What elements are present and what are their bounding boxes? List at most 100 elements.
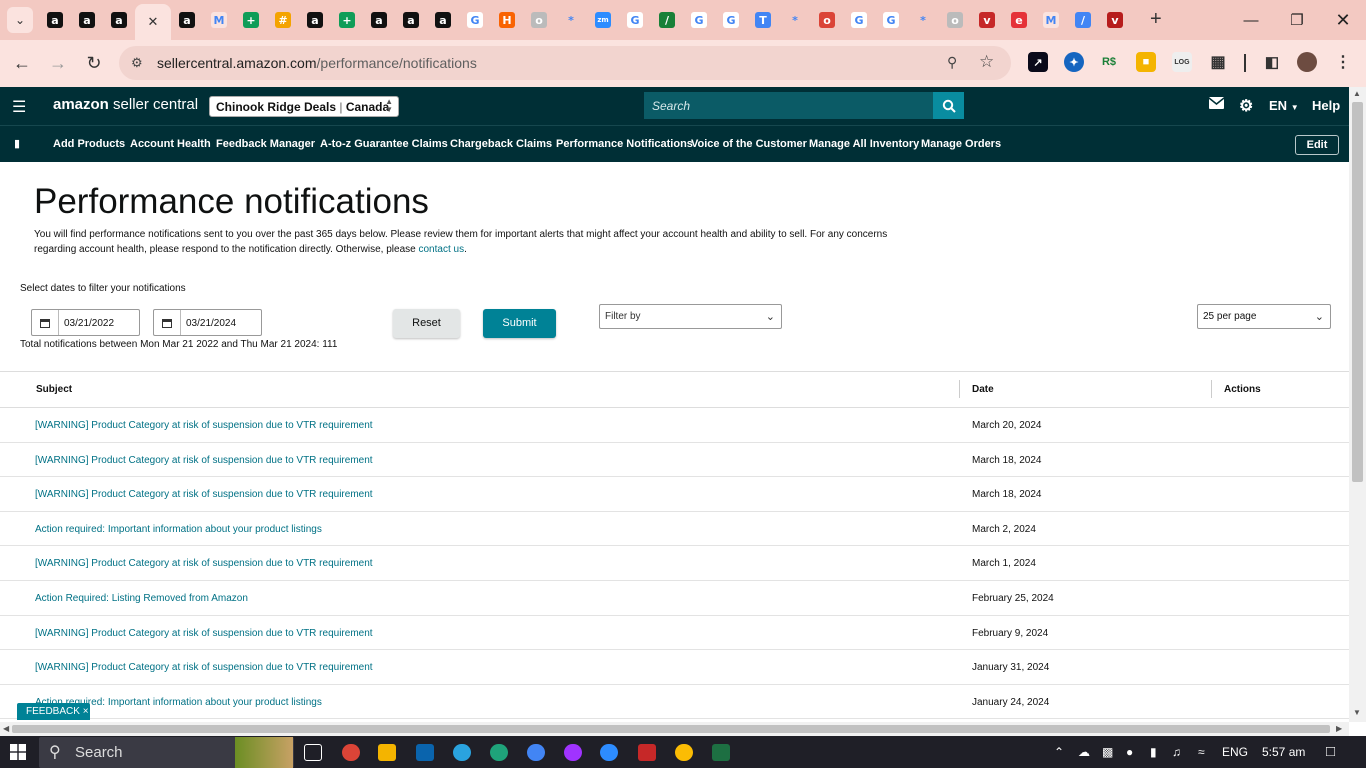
chrome-active-icon[interactable] bbox=[527, 744, 545, 761]
submit-button[interactable]: Submit bbox=[483, 309, 556, 338]
scroll-left-arrow[interactable]: ◀ bbox=[3, 724, 9, 733]
browser-tab[interactable]: # bbox=[267, 4, 299, 36]
minimize-icon[interactable]: — bbox=[1228, 0, 1274, 40]
wifi-icon[interactable]: ≈ bbox=[1198, 745, 1205, 759]
forward-icon[interactable]: → bbox=[43, 48, 73, 78]
browser-tab[interactable]: * bbox=[555, 4, 587, 36]
extension-icon[interactable]: LOG bbox=[1172, 52, 1192, 72]
end-date-field[interactable]: 03/21/2024 bbox=[153, 309, 262, 336]
notification-subject-link[interactable]: [WARNING] Product Category at risk of su… bbox=[35, 455, 373, 466]
nav-account-health[interactable]: Account Health bbox=[130, 138, 211, 150]
site-info-icon[interactable]: ⚙ bbox=[131, 55, 143, 71]
extension-icon[interactable]: ↗ bbox=[1028, 52, 1048, 72]
browser-tab[interactable]: G bbox=[619, 4, 651, 36]
browser-tab[interactable]: o bbox=[811, 4, 843, 36]
help-link[interactable]: Help bbox=[1312, 98, 1340, 113]
zoom-icon[interactable]: ⚲ bbox=[947, 54, 957, 71]
tray-chevron-up-icon[interactable]: ⌃ bbox=[1054, 745, 1064, 759]
feedback-button[interactable]: FEEDBACK × bbox=[17, 703, 90, 720]
browser-tab[interactable]: o bbox=[939, 4, 971, 36]
browser-tab[interactable]: / bbox=[651, 4, 683, 36]
browser-tab[interactable]: / bbox=[1067, 4, 1099, 36]
close-window-icon[interactable]: ✕ bbox=[1320, 0, 1366, 40]
browser-tab[interactable]: a bbox=[299, 4, 331, 36]
browser-tab[interactable]: e bbox=[1003, 4, 1035, 36]
edge-icon[interactable] bbox=[490, 744, 508, 761]
microphone-icon[interactable]: ● bbox=[1126, 745, 1133, 759]
horizontal-scrollbar[interactable]: ◀ ▶ bbox=[0, 722, 1349, 736]
calendar-icon[interactable] bbox=[32, 310, 59, 335]
nav-feedback-manager[interactable]: Feedback Manager bbox=[216, 138, 315, 150]
notification-subject-link[interactable]: [WARNING] Product Category at risk of su… bbox=[35, 662, 373, 673]
tab-search-chevron-icon[interactable]: ⌄ bbox=[7, 7, 33, 33]
notification-subject-link[interactable]: Action required: Important information a… bbox=[35, 524, 322, 535]
scroll-right-arrow[interactable]: ▶ bbox=[1336, 724, 1342, 733]
extension-icon[interactable]: R$ bbox=[1099, 52, 1119, 72]
reload-icon[interactable]: ↻ bbox=[79, 48, 109, 78]
notification-subject-link[interactable]: Action Required: Listing Removed from Am… bbox=[35, 593, 248, 604]
new-tab-icon[interactable]: + bbox=[1150, 8, 1162, 31]
mail-app-icon[interactable] bbox=[416, 744, 434, 761]
scrollbar-thumb[interactable] bbox=[12, 725, 1330, 733]
chrome-icon[interactable] bbox=[342, 744, 360, 761]
browser-menu-icon[interactable]: ⋮ bbox=[1333, 52, 1353, 72]
browser-tab[interactable]: a bbox=[39, 4, 71, 36]
extensions-puzzle-icon[interactable]: ▦ bbox=[1208, 52, 1228, 72]
settings-gear-icon[interactable]: ⚙ bbox=[1239, 96, 1253, 116]
mail-icon[interactable] bbox=[1208, 97, 1225, 112]
nav-performance-notifications[interactable]: Performance Notifications bbox=[556, 138, 693, 150]
restore-icon[interactable]: ❐ bbox=[1274, 0, 1320, 40]
notification-subject-link[interactable]: [WARNING] Product Category at risk of su… bbox=[35, 628, 373, 639]
browser-tab[interactable]: * bbox=[779, 4, 811, 36]
scrollbar-thumb[interactable] bbox=[1352, 102, 1363, 482]
back-icon[interactable]: ← bbox=[7, 48, 37, 78]
browser-tab[interactable]: zm bbox=[587, 4, 619, 36]
date-column-header[interactable]: Date bbox=[972, 384, 994, 395]
bookmark-icon[interactable]: ▮ bbox=[14, 137, 20, 150]
browser-tab[interactable]: + bbox=[235, 4, 267, 36]
browser-tab[interactable]: + bbox=[331, 4, 363, 36]
browser-tab[interactable]: v bbox=[1099, 4, 1131, 36]
app-icon[interactable] bbox=[638, 744, 656, 761]
active-tab[interactable]: ✕ bbox=[135, 4, 171, 40]
browser-tab[interactable]: G bbox=[875, 4, 907, 36]
nav-manage-inventory[interactable]: Manage All Inventory bbox=[809, 138, 919, 150]
cloud-icon[interactable]: ☁ bbox=[1078, 745, 1090, 759]
taskbar-search[interactable]: ⚲ Search bbox=[39, 737, 294, 768]
browser-tab[interactable]: a bbox=[363, 4, 395, 36]
profile-avatar[interactable] bbox=[1297, 52, 1317, 72]
nav-voice-of-customer[interactable]: Voice of the Customer bbox=[691, 138, 807, 150]
hamburger-menu-icon[interactable]: ☰ bbox=[12, 97, 26, 117]
close-tab-icon[interactable]: ✕ bbox=[148, 14, 159, 30]
side-panel-icon[interactable]: ◧ bbox=[1262, 52, 1282, 72]
browser-tab[interactable]: T bbox=[747, 4, 779, 36]
browser-tab[interactable]: G bbox=[843, 4, 875, 36]
meet-icon[interactable]: ▩ bbox=[1102, 745, 1113, 759]
zoom-app-icon[interactable] bbox=[600, 744, 618, 761]
subject-column-header[interactable]: Subject bbox=[36, 384, 72, 395]
extension-icon[interactable]: ■ bbox=[1136, 52, 1156, 72]
nav-manage-orders[interactable]: Manage Orders bbox=[921, 138, 1001, 150]
search-button[interactable] bbox=[933, 92, 964, 119]
browser-tab[interactable]: M bbox=[203, 4, 235, 36]
search-input[interactable]: Search bbox=[644, 92, 934, 119]
browser-tab[interactable]: H bbox=[491, 4, 523, 36]
telegram-icon[interactable] bbox=[453, 744, 471, 761]
browser-tab[interactable]: o bbox=[523, 4, 555, 36]
address-bar[interactable]: ⚙ sellercentral.amazon.com/performance/n… bbox=[119, 46, 1011, 80]
browser-tab[interactable]: * bbox=[907, 4, 939, 36]
browser-tab[interactable]: a bbox=[427, 4, 459, 36]
browser-tab[interactable]: M bbox=[1035, 4, 1067, 36]
browser-tab[interactable]: a bbox=[71, 4, 103, 36]
reset-button[interactable]: Reset bbox=[393, 309, 460, 338]
per-page-select[interactable]: 25 per page ⌄ bbox=[1197, 304, 1331, 329]
browser-tab[interactable]: a bbox=[103, 4, 135, 36]
battery-icon[interactable]: ▮ bbox=[1150, 745, 1157, 759]
scroll-up-arrow[interactable]: ▲ bbox=[1353, 89, 1361, 98]
contact-us-link[interactable]: contact us bbox=[419, 244, 465, 255]
browser-tab[interactable]: a bbox=[395, 4, 427, 36]
browser-tab[interactable]: v bbox=[971, 4, 1003, 36]
marketplace-switcher[interactable]: Chinook Ridge Deals | Canada ▲ ▼ bbox=[209, 96, 399, 117]
start-date-field[interactable]: 03/21/2022 bbox=[31, 309, 140, 336]
scroll-down-arrow[interactable]: ▼ bbox=[1353, 708, 1361, 717]
